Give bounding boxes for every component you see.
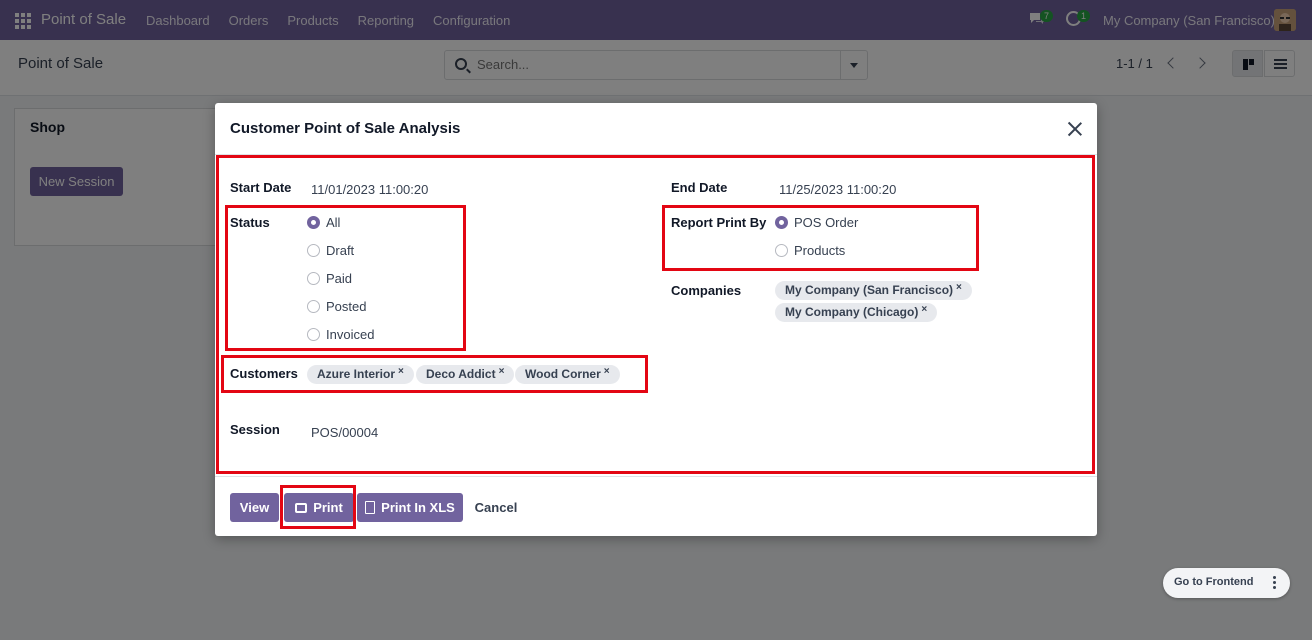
status-option-posted[interactable]: Posted — [307, 299, 366, 314]
report-option-label: POS Order — [794, 215, 859, 230]
radio-icon[interactable] — [307, 244, 320, 257]
end-date-field[interactable]: 11/25/2023 11:00:20 — [779, 182, 896, 197]
print-xls-button-label: Print In XLS — [381, 500, 455, 515]
print-button[interactable]: Print — [284, 493, 354, 522]
close-icon[interactable] — [1067, 121, 1083, 137]
customer-tag-label: Wood Corner — [525, 367, 601, 381]
go-to-frontend-widget[interactable]: Go to Frontend — [1163, 568, 1290, 598]
excel-file-icon — [365, 501, 376, 514]
status-option-label: Invoiced — [326, 327, 375, 342]
start-date-field[interactable]: 11/01/2023 11:00:20 — [311, 182, 428, 197]
start-date-label: Start Date — [230, 180, 292, 195]
status-option-invoiced[interactable]: Invoiced — [307, 327, 374, 342]
print-button-label: Print — [313, 500, 343, 515]
report-option-label: Products — [794, 243, 846, 258]
report-option-products[interactable]: Products — [775, 243, 845, 258]
printer-icon — [295, 503, 308, 513]
remove-tag-icon[interactable]: × — [956, 282, 962, 293]
customers-label: Customers — [230, 366, 298, 381]
status-option-label: All — [326, 215, 341, 230]
company-tag-label: My Company (Chicago) — [785, 305, 919, 319]
session-field[interactable]: POS/00004 — [311, 425, 378, 440]
customer-tag[interactable]: Deco Addict × — [416, 365, 515, 384]
session-label: Session — [230, 422, 280, 437]
company-tag[interactable]: My Company (San Francisco) × — [775, 281, 972, 300]
status-option-all[interactable]: All — [307, 215, 340, 230]
print-xls-button[interactable]: Print In XLS — [357, 493, 463, 522]
status-label: Status — [230, 215, 270, 230]
remove-tag-icon[interactable]: × — [499, 366, 505, 377]
company-tag-label: My Company (San Francisco) — [785, 283, 954, 297]
go-to-frontend-label[interactable]: Go to Frontend — [1174, 576, 1253, 588]
company-tag[interactable]: My Company (Chicago) × — [775, 303, 938, 322]
customer-tag[interactable]: Wood Corner × — [515, 365, 620, 384]
report-option-pos-order[interactable]: POS Order — [775, 215, 858, 230]
dialog-header: Customer Point of Sale Analysis — [215, 103, 1097, 155]
kebab-menu-icon[interactable] — [1273, 576, 1276, 590]
status-option-paid[interactable]: Paid — [307, 271, 352, 286]
status-option-draft[interactable]: Draft — [307, 243, 354, 258]
radio-icon[interactable] — [307, 300, 320, 313]
customer-tag-label: Azure Interior — [317, 367, 396, 381]
cancel-button[interactable]: Cancel — [467, 493, 525, 522]
end-date-label: End Date — [671, 180, 728, 195]
remove-tag-icon[interactable]: × — [921, 304, 927, 315]
report-print-by-label: Report Print By — [671, 215, 767, 230]
customer-tag-label: Deco Addict — [426, 367, 496, 381]
radio-checked-icon[interactable] — [775, 216, 788, 229]
customer-tag[interactable]: Azure Interior × — [307, 365, 414, 384]
status-option-label: Draft — [326, 243, 355, 258]
companies-label: Companies — [671, 283, 742, 298]
radio-icon[interactable] — [775, 244, 788, 257]
radio-icon[interactable] — [307, 272, 320, 285]
radio-checked-icon[interactable] — [307, 216, 320, 229]
view-button[interactable]: View — [230, 493, 279, 522]
status-option-label: Paid — [326, 271, 353, 286]
dialog-footer: View Print Print In XLS Cancel — [215, 476, 1097, 536]
radio-icon[interactable] — [307, 328, 320, 341]
status-option-label: Posted — [326, 299, 367, 314]
customer-pos-analysis-dialog: Customer Point of Sale Analysis Start Da… — [215, 103, 1097, 536]
dialog-title: Customer Point of Sale Analysis — [230, 120, 461, 137]
remove-tag-icon[interactable]: × — [398, 366, 404, 377]
remove-tag-icon[interactable]: × — [604, 366, 610, 377]
